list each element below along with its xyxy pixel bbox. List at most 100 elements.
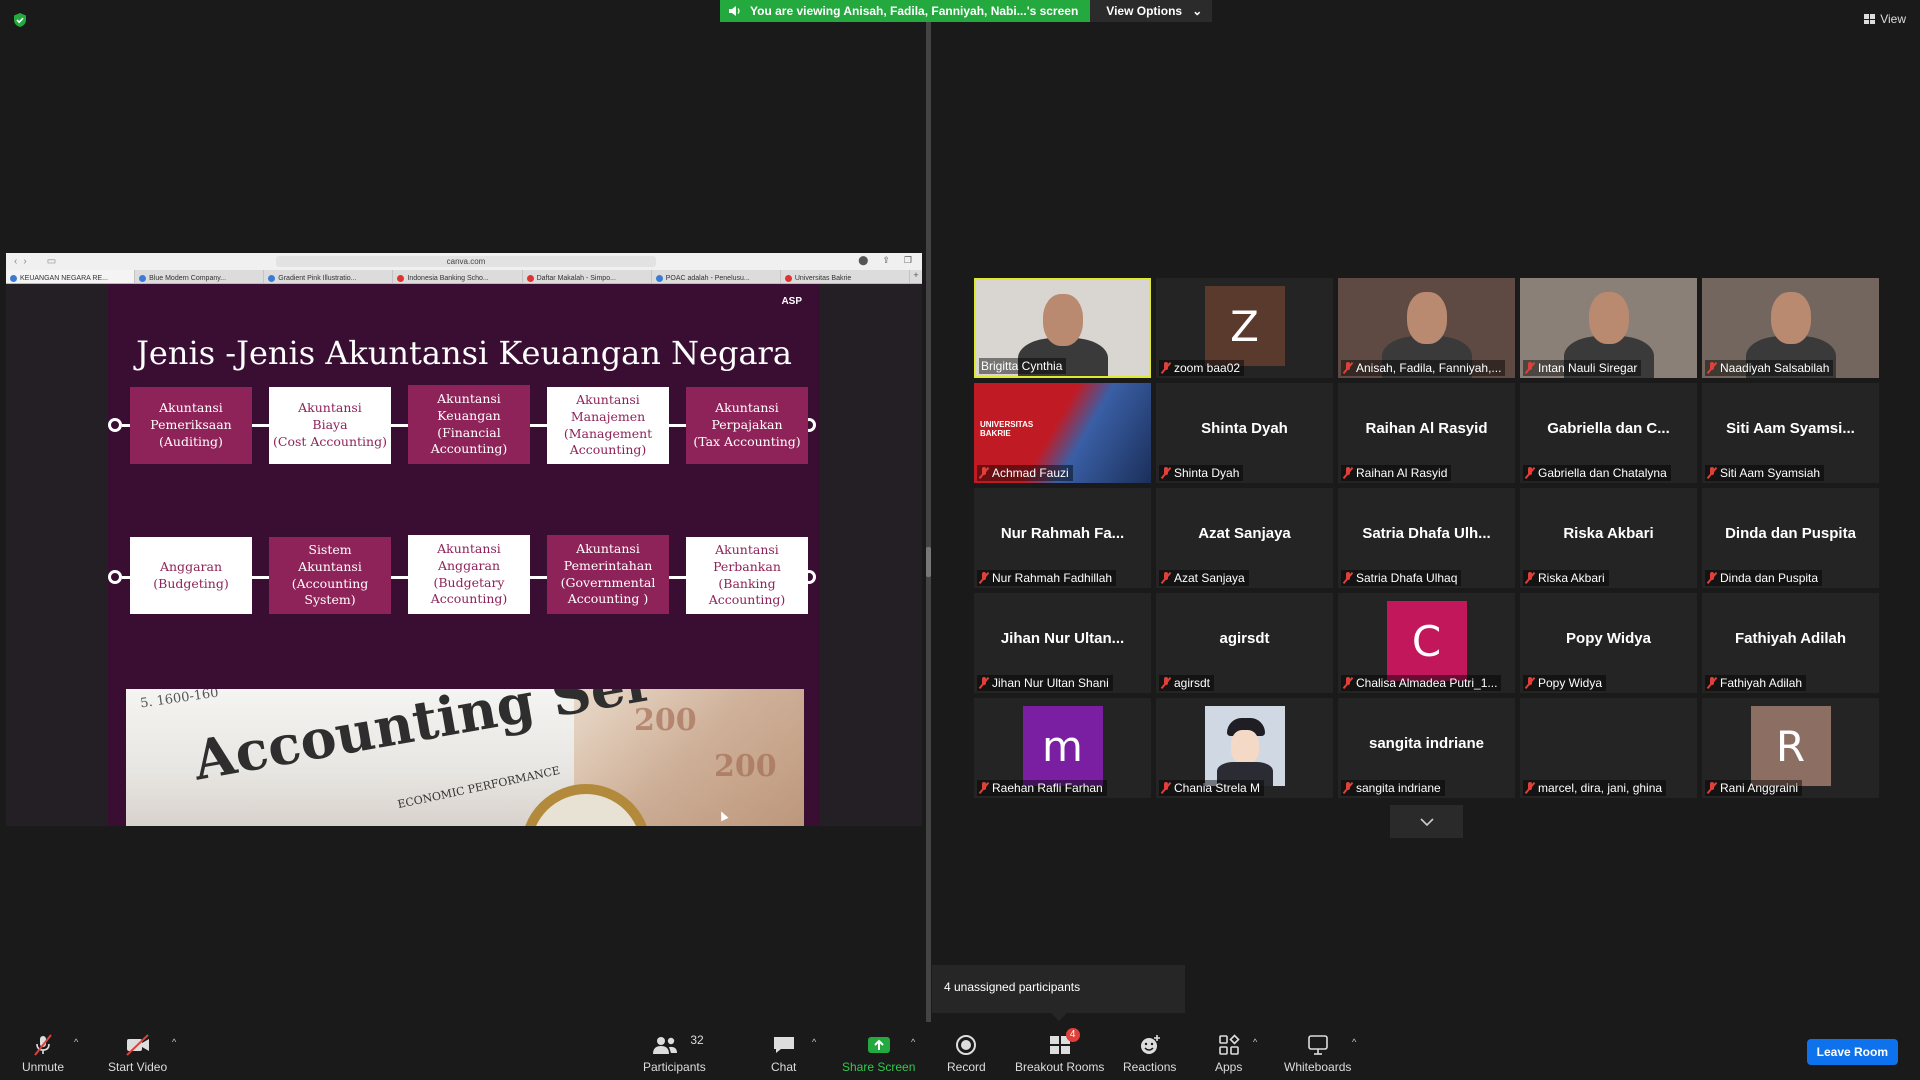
participant-name: sangita indriane (1356, 781, 1441, 795)
gallery-next-page-button[interactable] (1390, 805, 1463, 838)
share-screen-button[interactable]: Share Screen (842, 1032, 915, 1074)
mic-muted-icon (979, 677, 989, 689)
chat-options-caret-icon[interactable]: ^ (812, 1037, 816, 1047)
participant-tile[interactable]: sangita indriane sangita indriane (1338, 698, 1515, 798)
breakout-badge: 4 (1065, 1028, 1080, 1042)
category-box: Sistem Akuntansi (Accounting System) (269, 537, 391, 614)
participant-tile[interactable]: Zzoom baa02 (1156, 278, 1333, 378)
browser-tab[interactable]: Indonesia Banking Scho... (393, 270, 523, 283)
mic-muted-icon (1161, 677, 1171, 689)
participant-name: Intan Nauli Siregar (1538, 361, 1638, 375)
mic-muted-icon (1343, 467, 1353, 479)
download-icon[interactable]: ⬤ (858, 255, 868, 266)
participant-tile[interactable]: Shinta Dyah Shinta Dyah (1156, 383, 1333, 483)
mic-muted-icon (979, 467, 989, 479)
apps-button[interactable]: Apps (1215, 1032, 1242, 1074)
tab-favicon-icon (526, 274, 534, 282)
participants-icon (653, 1037, 678, 1054)
participant-tile[interactable]: Azat Sanjaya Azat Sanjaya (1156, 488, 1333, 588)
participant-name-label: Siti Aam Syamsiah (1705, 465, 1825, 481)
participant-name-label: Anisah, Fadila, Fanniyah,... (1341, 360, 1506, 376)
browser-tab[interactable]: KEUANGAN NEGARA RE... (6, 270, 136, 283)
mic-muted-icon (1525, 572, 1535, 584)
browser-tab[interactable]: Universitas Bakrie (781, 270, 910, 283)
divider-handle[interactable] (926, 547, 931, 577)
participant-tile[interactable]: Popy Widya Popy Widya (1520, 593, 1697, 693)
start-video-button[interactable]: Start Video (108, 1032, 167, 1074)
new-tab-icon[interactable]: + (910, 270, 922, 283)
participant-tile[interactable]: C Chalisa Almadea Putri_1... (1338, 593, 1515, 693)
audio-options-caret-icon[interactable]: ^ (74, 1037, 78, 1047)
participant-tile[interactable]: UNIVERSITAS BAKRIE Achmad Fauzi (974, 383, 1151, 483)
chat-button[interactable]: Chat (771, 1032, 796, 1074)
mic-muted-icon (1343, 782, 1353, 794)
participant-tile[interactable]: Dinda dan Puspita Dinda dan Puspita (1702, 488, 1879, 588)
participant-tile[interactable]: Intan Nauli Siregar (1520, 278, 1697, 378)
participant-tile[interactable]: Chania Strela M (1156, 698, 1333, 798)
split-divider[interactable] (926, 22, 931, 1022)
shield-icon[interactable] (12, 12, 28, 28)
view-label: View (1880, 12, 1906, 26)
participant-tile[interactable]: Gabriella dan C... Gabriella dan Chatalyn… (1520, 383, 1697, 483)
record-button[interactable]: Record (947, 1032, 986, 1074)
participants-button[interactable]: 32 Participants (643, 1032, 706, 1074)
back-icon[interactable]: ‹ (14, 256, 17, 267)
video-options-caret-icon[interactable]: ^ (172, 1037, 176, 1047)
browser-tab[interactable]: Daftar Makalah - Simpo... (523, 270, 652, 283)
participant-tile[interactable]: m Raehan Rafli Farhan (974, 698, 1151, 798)
participant-tile[interactable]: Nur Rahmah Fa... Nur Rahmah Fadhillah (974, 488, 1151, 588)
participant-name-label: Satria Dhafa Ulhaq (1341, 570, 1462, 586)
whiteboards-options-caret-icon[interactable]: ^ (1352, 1037, 1356, 1047)
reactions-button[interactable]: Reactions (1123, 1032, 1176, 1074)
mic-muted-icon (1161, 572, 1171, 584)
participant-name-label: Shinta Dyah (1159, 465, 1244, 481)
participant-tile[interactable]: Raihan Al Rasyid Raihan Al Rasyid (1338, 383, 1515, 483)
participant-tile[interactable]: Riska Akbari Riska Akbari (1520, 488, 1697, 588)
participant-name: Gabriella dan Chatalyna (1538, 466, 1667, 480)
category-box: Akuntansi Perbankan (Banking Accounting) (686, 537, 808, 614)
apps-icon (1218, 1034, 1240, 1055)
tabs-icon[interactable]: ❐ (904, 255, 912, 266)
participant-tile[interactable]: Fathiyah Adilah Fathiyah Adilah (1702, 593, 1879, 693)
participant-tile[interactable]: R Rani Anggraini (1702, 698, 1879, 798)
viewing-indicator: You are viewing Anisah, Fadila, Fanniyah… (720, 0, 1091, 22)
accounting-photo: 200 200 5. 1600-160 Accounting Ser ECONO… (126, 689, 804, 826)
participant-name: Satria Dhafa Ulhaq (1356, 571, 1458, 585)
browser-tab[interactable]: Blue Modern Company... (135, 270, 265, 283)
forward-icon[interactable]: › (23, 256, 26, 267)
participant-name-label: Popy Widya (1523, 675, 1607, 691)
participant-tile[interactable]: Satria Dhafa Ulh... Satria Dhafa Ulhaq (1338, 488, 1515, 588)
participant-name: Chania Strela M (1174, 781, 1261, 795)
participant-name: Rani Anggraini (1720, 781, 1799, 795)
participant-display-name: Riska Akbari (1563, 525, 1654, 542)
participant-tile[interactable]: Brigitta Cynthia (974, 278, 1151, 378)
participant-tile[interactable]: Jihan Nur Ultan... Jihan Nur Ultan Shani (974, 593, 1151, 693)
participant-tile[interactable]: agirsdt agirsdt (1156, 593, 1333, 693)
share-options-caret-icon[interactable]: ^ (911, 1037, 915, 1047)
participant-name: Dinda dan Puspita (1720, 571, 1819, 585)
participant-tile[interactable]: marcel, dira, jani, ghina (1520, 698, 1697, 798)
browser-tab[interactable]: POAC adalah - Penelusu... (652, 270, 781, 283)
breakout-rooms-button[interactable]: 4 Breakout Rooms (1015, 1028, 1104, 1074)
participant-name-label: Riska Akbari (1523, 570, 1609, 586)
viewing-text: You are viewing Anisah, Fadila, Fanniyah… (750, 4, 1079, 18)
unmute-button[interactable]: Unmute (22, 1032, 64, 1074)
grid-view-icon (1864, 14, 1876, 24)
participant-tile[interactable]: Anisah, Fadila, Fanniyah,... (1338, 278, 1515, 378)
view-button[interactable]: View (1864, 12, 1906, 26)
address-bar[interactable]: canva.com (276, 256, 656, 267)
participant-tile[interactable]: Siti Aam Syamsi... Siti Aam Syamsiah (1702, 383, 1879, 483)
mic-muted-icon (1343, 677, 1353, 689)
participant-display-name: sangita indriane (1368, 735, 1485, 752)
view-options-button[interactable]: View Options ⌄ (1090, 0, 1213, 22)
participant-tile[interactable]: Naadiyah Salsabilah (1702, 278, 1879, 378)
participant-name-label: marcel, dira, jani, ghina (1523, 780, 1667, 796)
whiteboards-button[interactable]: Whiteboards (1284, 1032, 1351, 1074)
leave-room-button[interactable]: Leave Room (1806, 1039, 1898, 1065)
apps-options-caret-icon[interactable]: ^ (1253, 1037, 1257, 1047)
share-icon[interactable]: ⇪ (882, 255, 890, 266)
sidebar-icon[interactable]: ▭ (47, 256, 56, 267)
participant-name: Popy Widya (1538, 676, 1603, 690)
browser-tab[interactable]: Gradient Pink Illustratio... (264, 270, 394, 283)
shared-screen[interactable]: ‹ › ▭ canva.com ⬤ ⇪ ❐ KEUANGAN NEGARA RE... … (6, 253, 922, 826)
